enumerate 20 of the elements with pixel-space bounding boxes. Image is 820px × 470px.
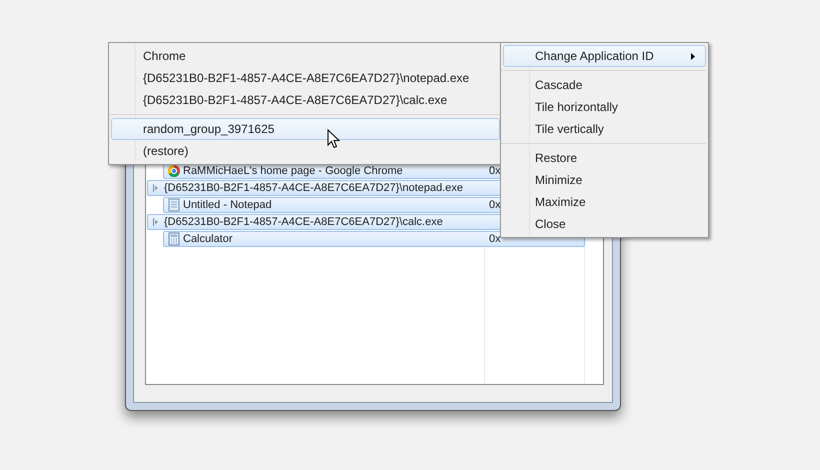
menu-item[interactable]: Tile vertically <box>503 118 706 140</box>
submenu-arrow-icon <box>691 53 695 60</box>
handle-value: 0x <box>489 232 501 247</box>
menu-item[interactable]: (restore) <box>111 140 500 162</box>
menu-item[interactable]: {D65231B0-B2F1-4857-A4CE-A8E7C6EA7D27}\notepad.exe <box>111 67 500 89</box>
browser-icon <box>167 164 181 178</box>
cursor-icon <box>327 129 340 149</box>
menu-item[interactable]: random_group_3971625 <box>111 118 500 140</box>
menu-item[interactable]: Cascade <box>503 74 706 96</box>
calculator-icon <box>167 232 181 246</box>
menu-item[interactable]: Tile horizontally <box>503 96 706 118</box>
expand-icon[interactable] <box>153 218 159 226</box>
handle-value: 0x <box>489 198 501 213</box>
handle-value: 0x <box>489 164 501 179</box>
menu-item[interactable]: Change Application ID <box>503 45 706 67</box>
notepad-icon <box>167 198 181 212</box>
menu-item[interactable]: {D65231B0-B2F1-4857-A4CE-A8E7C6EA7D27}\calc.exe <box>111 89 500 111</box>
expand-icon[interactable] <box>153 184 159 192</box>
window-row[interactable]: Calculator 0x <box>163 231 585 247</box>
menu-item[interactable]: Chrome <box>111 45 500 67</box>
